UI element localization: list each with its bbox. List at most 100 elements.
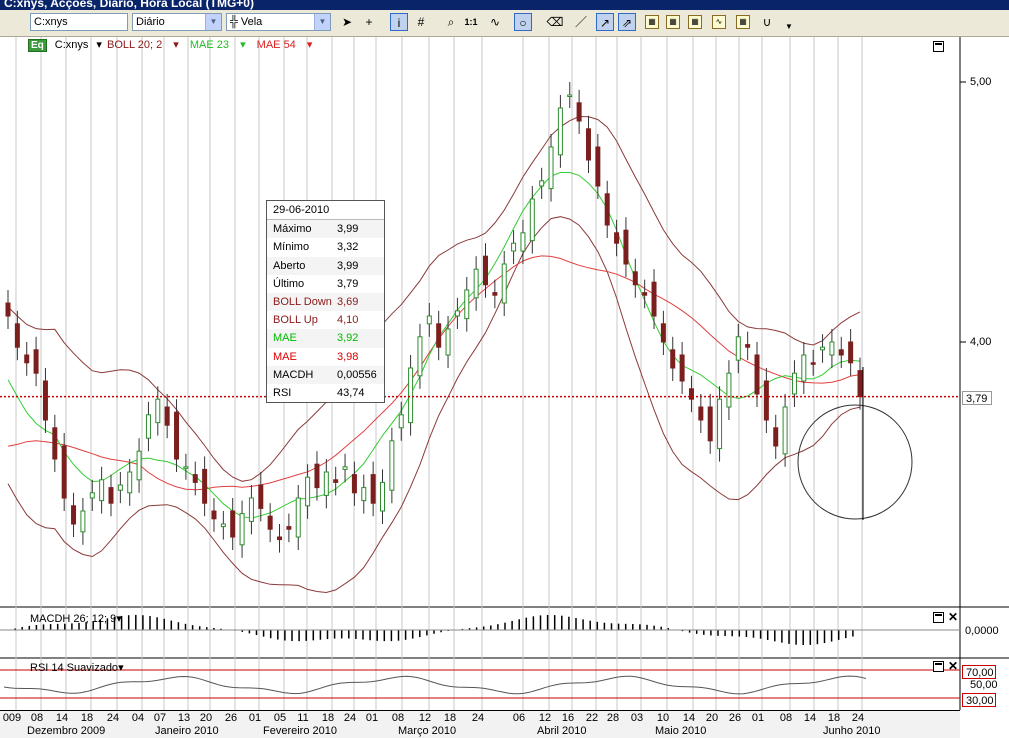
month-label: Dezembro 2009 <box>27 725 106 737</box>
candle-down <box>688 388 694 400</box>
legend-mae-slow[interactable]: MAE 54 ▾ <box>257 39 313 51</box>
chart-canvas[interactable] <box>0 37 1009 710</box>
date-tick-label: 13 <box>177 712 191 724</box>
tooltip-key: Máximo <box>273 223 312 236</box>
eraser-icon[interactable]: ⌫ <box>546 13 564 31</box>
chart-type-select[interactable]: ╬ Vela ▼ <box>226 13 331 31</box>
maximize-pane-icon[interactable] <box>933 41 944 52</box>
circle-tool-icon[interactable]: ○ <box>514 13 532 31</box>
tooltip-value: 3,99 <box>337 223 359 236</box>
scale-1to1-button[interactable]: 1:1 <box>462 13 480 31</box>
candle-down <box>202 468 208 504</box>
symbol-field[interactable]: C:xnys <box>30 13 128 31</box>
maximize-pane-icon[interactable] <box>933 612 944 623</box>
tooltip-value: 0,00556 <box>337 368 377 381</box>
candle-down <box>679 354 685 382</box>
candle-up <box>454 310 460 317</box>
rsi-pane-label[interactable]: RSI 14 Suavizado▾ <box>30 661 124 674</box>
maximize-pane-icon[interactable] <box>933 661 944 672</box>
candle-up <box>529 198 535 242</box>
candle-down <box>754 354 760 395</box>
tooltip-value: 3,92 <box>337 332 359 345</box>
candle-down <box>314 463 320 489</box>
symbol-value: C:xnys <box>34 16 68 28</box>
chevron-down-icon[interactable]: ▼ <box>314 14 330 30</box>
candle-down <box>174 411 180 460</box>
interval-value: Diário <box>136 16 165 28</box>
tooltip-row: Aberto 3,99 <box>267 256 384 275</box>
pointer-icon[interactable]: ➤ <box>338 13 356 31</box>
indicator-icon[interactable]: ∿ <box>486 13 504 31</box>
toolbar-overflow-icon[interactable]: ▼ <box>780 18 798 36</box>
trend-tool-icon[interactable]: ⇗ <box>618 13 636 31</box>
macd-pane-label[interactable]: MACDH 26; 12; 9▾ <box>30 612 122 625</box>
candle-up <box>295 497 301 538</box>
candle-up <box>80 510 86 533</box>
tooltip-value: 3,69 <box>337 295 359 308</box>
date-tick-label: 18 <box>443 712 457 724</box>
date-tick-label: 06 <box>512 712 526 724</box>
legend-boll[interactable]: BOLL 20; 2 ▾ <box>107 39 179 51</box>
candle-up <box>183 466 189 469</box>
price-label: 5,00 <box>970 76 992 88</box>
candle-down <box>286 526 292 530</box>
candle-up <box>342 466 348 470</box>
candle-up <box>426 315 432 325</box>
chart-icon[interactable]: ▦ <box>688 15 702 29</box>
candle-down <box>108 487 114 504</box>
candle-down <box>482 255 488 286</box>
chart-icon[interactable]: ▦ <box>666 15 680 29</box>
close-pane-icon[interactable]: ✕ <box>948 611 958 623</box>
price-label: 4,00 <box>970 336 992 348</box>
close-pane-icon[interactable]: ✕ <box>948 660 958 672</box>
month-label: Janeiro 2010 <box>155 725 219 737</box>
candle-up <box>323 471 329 496</box>
legend-mae-fast[interactable]: MAE 23 ▾ <box>190 39 246 51</box>
legend-symbol[interactable]: C:xnys ▾ <box>55 39 102 51</box>
zoom-icon[interactable]: ⌕ <box>442 13 460 31</box>
date-tick-label: 05 <box>273 712 287 724</box>
info-icon[interactable]: i <box>390 13 408 31</box>
date-tick-label: 26 <box>728 712 742 724</box>
candle-up <box>557 107 563 156</box>
toolbar: C:xnys Diário ▼ ╬ Vela ▼ ➤ + i # ⌕ 1:1 ∿ ○… <box>0 10 1009 37</box>
candle-down <box>670 349 676 369</box>
candle-up <box>501 263 507 304</box>
data-tooltip: 29-06-2010 Máximo 3,99 Mínimo 3,32 Aberto 3,9… <box>266 200 385 404</box>
candle-down <box>763 380 769 421</box>
chart-icon[interactable]: ▦ <box>736 15 750 29</box>
date-tick-label: 08 <box>30 712 44 724</box>
candle-down <box>707 406 713 442</box>
chevron-down-icon[interactable]: ▼ <box>205 14 221 30</box>
candle-down <box>614 232 620 244</box>
candle-up <box>136 450 142 481</box>
date-tick-label: 28 <box>606 712 620 724</box>
date-tick-label: 03 <box>630 712 644 724</box>
candle-down <box>61 445 67 499</box>
candle-down <box>192 474 198 483</box>
chart-icon[interactable]: ▦ <box>645 15 659 29</box>
date-tick-label: 009 <box>2 712 22 724</box>
magnet-icon[interactable]: ∪ <box>758 13 776 31</box>
line-tool-icon[interactable]: ／ <box>572 13 590 31</box>
tooltip-row: MAE 3,92 <box>267 329 384 348</box>
candle-down <box>370 474 376 504</box>
candle-up <box>117 484 123 491</box>
date-tick-label: 10 <box>656 712 670 724</box>
candle-down <box>773 427 779 447</box>
tooltip-key: MAE <box>273 350 297 363</box>
date-tick-label: 24 <box>343 712 357 724</box>
date-tick-label: 26 <box>224 712 238 724</box>
arrow-line-icon[interactable]: ↗ <box>596 13 614 31</box>
macd-axis-label: 0,0000 <box>965 625 999 637</box>
candle-down <box>810 362 816 365</box>
candle-up <box>782 406 788 455</box>
interval-select[interactable]: Diário ▼ <box>132 13 222 31</box>
tooltip-row: MACDH 0,00556 <box>267 365 384 384</box>
candle-down <box>576 102 582 122</box>
grid-icon[interactable]: # <box>412 13 430 31</box>
chart-icon[interactable]: ∿ <box>712 15 726 29</box>
candle-down <box>632 271 638 286</box>
tooltip-value: 3,32 <box>337 241 359 254</box>
crosshair-icon[interactable]: + <box>360 13 378 31</box>
